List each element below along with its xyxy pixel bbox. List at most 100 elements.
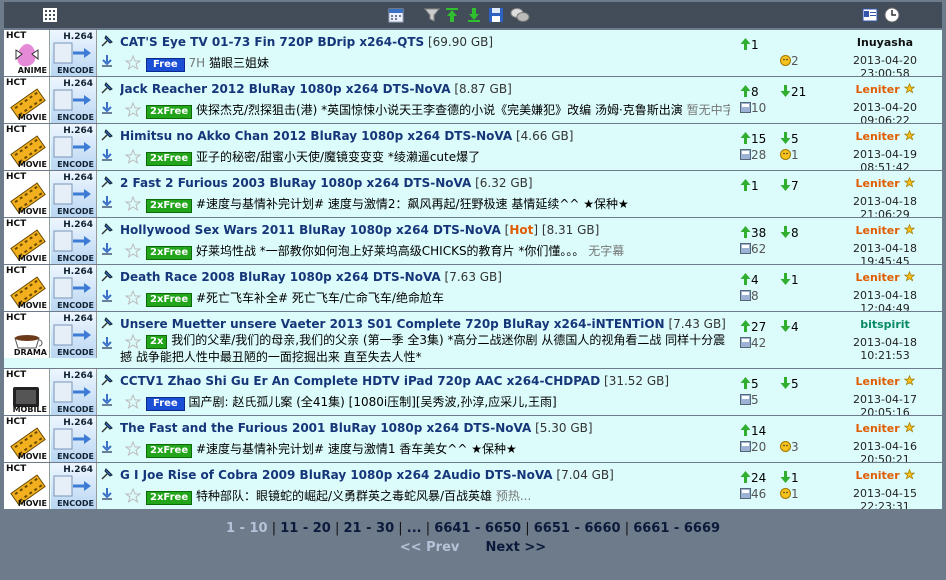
pin-icon[interactable] bbox=[100, 373, 114, 387]
page-link-3[interactable]: 21 - 30 bbox=[344, 521, 395, 536]
category-badge[interactable]: HCT MOVIE bbox=[4, 77, 50, 123]
pin-icon[interactable] bbox=[100, 420, 114, 434]
codec-badge[interactable]: H.264 ENCODE bbox=[51, 77, 97, 123]
category-badge[interactable]: HCT DRAMA bbox=[4, 312, 50, 358]
codec-badge[interactable]: H.264 ENCODE bbox=[51, 265, 97, 311]
download-icon[interactable] bbox=[100, 242, 114, 256]
page-link-665[interactable]: 6641 - 6650 bbox=[434, 521, 521, 536]
uploader-link[interactable]: Leniter bbox=[855, 83, 899, 96]
pin-icon[interactable] bbox=[100, 467, 114, 481]
download-icon[interactable] bbox=[100, 487, 114, 501]
torrent-name-link[interactable]: Jack Reacher 2012 BluRay 1080p x264 DTS-… bbox=[120, 82, 451, 96]
uploader-link[interactable]: Inuyasha bbox=[857, 36, 913, 49]
download-icon[interactable] bbox=[100, 101, 114, 115]
category-badge[interactable]: HCT MOVIE bbox=[4, 171, 50, 217]
seeders-count[interactable]: 5 bbox=[751, 377, 759, 391]
seeders-count[interactable]: 38 bbox=[751, 226, 766, 240]
seeders-count[interactable]: 14 bbox=[751, 424, 766, 438]
seeders-count[interactable]: 27 bbox=[751, 320, 766, 334]
clock-icon[interactable] bbox=[884, 7, 900, 23]
leechers-count[interactable]: 5 bbox=[791, 377, 799, 391]
comments-count[interactable]: 2 bbox=[791, 54, 799, 68]
seeders-count[interactable]: 1 bbox=[751, 38, 759, 52]
seeders-count[interactable]: 8 bbox=[751, 85, 759, 99]
codec-badge[interactable]: H.264 ENCODE bbox=[51, 171, 97, 217]
chat-icon[interactable] bbox=[510, 7, 530, 23]
pin-icon[interactable] bbox=[100, 128, 114, 142]
download-icon[interactable] bbox=[100, 54, 114, 68]
codec-badge[interactable]: H.264 ENCODE bbox=[51, 369, 97, 415]
download-icon[interactable] bbox=[100, 195, 114, 209]
leechers-icon bbox=[780, 85, 791, 97]
uploader-link[interactable]: Leniter bbox=[855, 422, 899, 435]
torrent-name-link[interactable]: G I Joe Rise of Cobra 2009 BluRay 1080p … bbox=[120, 468, 553, 482]
category-badge[interactable]: HCT MOVIE bbox=[4, 265, 50, 311]
leechers-count[interactable]: 8 bbox=[791, 226, 799, 240]
pin-icon[interactable] bbox=[100, 269, 114, 283]
seeders-count[interactable]: 24 bbox=[751, 471, 766, 485]
uploader-link[interactable]: Leniter bbox=[855, 469, 899, 482]
torrent-name-link[interactable]: Unsere Muetter unsere Vaeter 2013 S01 Co… bbox=[120, 317, 665, 331]
pin-icon[interactable] bbox=[100, 175, 114, 189]
codec-badge[interactable]: H.264 ENCODE bbox=[51, 463, 97, 509]
pin-icon[interactable] bbox=[100, 81, 114, 95]
calendar-icon[interactable] bbox=[388, 7, 404, 23]
leechers-count[interactable]: 21 bbox=[791, 85, 806, 99]
torrent-name-link[interactable]: CCTV1 Zhao Shi Gu Er An Complete HDTV iP… bbox=[120, 374, 600, 388]
next-page-link[interactable]: Next >> bbox=[486, 540, 547, 555]
download-icon[interactable] bbox=[100, 148, 114, 162]
download-icon[interactable] bbox=[100, 336, 114, 350]
codec-badge[interactable]: H.264 ENCODE bbox=[51, 416, 97, 462]
download-icon[interactable] bbox=[100, 289, 114, 303]
sort-down-icon[interactable] bbox=[466, 7, 482, 23]
seeders-count[interactable]: 4 bbox=[751, 273, 759, 287]
page-link-667[interactable]: 6661 - 6669 bbox=[633, 521, 720, 536]
id-card-icon[interactable] bbox=[862, 7, 878, 23]
uploader-link[interactable]: Leniter bbox=[855, 130, 899, 143]
torrent-name-link[interactable]: The Fast and the Furious 2001 BluRay 108… bbox=[120, 421, 531, 435]
torrent-name-link[interactable]: Himitsu no Akko Chan 2012 BluRay 1080p x… bbox=[120, 129, 512, 143]
save-icon[interactable] bbox=[488, 7, 504, 23]
category-badge[interactable]: HCT MOBILE bbox=[4, 369, 50, 415]
codec-type: ENCODE bbox=[57, 301, 94, 310]
leechers-count[interactable]: 4 bbox=[791, 320, 799, 334]
codec-name: H.264 bbox=[63, 465, 93, 475]
leechers-count[interactable]: 1 bbox=[791, 471, 799, 485]
torrent-name-link[interactable]: Death Race 2008 BluRay 1080p x264 DTS-No… bbox=[120, 270, 441, 284]
pin-icon[interactable] bbox=[100, 222, 114, 236]
page-link-666[interactable]: 6651 - 6660 bbox=[534, 521, 621, 536]
uploader-link[interactable]: Leniter bbox=[855, 375, 899, 388]
uploader-link[interactable]: bitspirit bbox=[860, 318, 910, 331]
download-icon[interactable] bbox=[100, 393, 114, 407]
codec-badge[interactable]: H.264 ENCODE bbox=[51, 218, 97, 264]
codec-badge[interactable]: H.264 ENCODE bbox=[51, 312, 97, 358]
comments-count[interactable]: 3 bbox=[791, 440, 799, 454]
download-icon[interactable] bbox=[100, 440, 114, 454]
leechers-count[interactable]: 5 bbox=[791, 132, 799, 146]
filter-icon[interactable] bbox=[424, 7, 440, 23]
torrent-name-link[interactable]: CAT'S Eye TV 01-73 Fin 720P BDrip x264-Q… bbox=[120, 35, 424, 49]
uploader-link[interactable]: Leniter bbox=[855, 177, 899, 190]
codec-badge[interactable]: H.264 ENCODE bbox=[51, 124, 97, 170]
category-badge[interactable]: HCT MOVIE bbox=[4, 124, 50, 170]
category-badge[interactable]: HCT MOVIE bbox=[4, 463, 50, 509]
seeders-count[interactable]: 1 bbox=[751, 179, 759, 193]
torrent-name-link[interactable]: 2 Fast 2 Furious 2003 BluRay 1080p x264 … bbox=[120, 176, 471, 190]
category-badge[interactable]: HCT ANIME bbox=[4, 30, 50, 76]
leechers-count[interactable]: 1 bbox=[791, 273, 799, 287]
torrent-name-link[interactable]: Hollywood Sex Wars 2011 BluRay 1080p x26… bbox=[120, 223, 501, 237]
page-link-2[interactable]: 11 - 20 bbox=[280, 521, 331, 536]
uploader-link[interactable]: Leniter bbox=[855, 271, 899, 284]
comments-count[interactable]: 1 bbox=[791, 148, 799, 162]
leechers-count[interactable]: 7 bbox=[791, 179, 799, 193]
sort-up-icon[interactable] bbox=[444, 7, 460, 23]
seeders-count[interactable]: 15 bbox=[751, 132, 766, 146]
grid-icon[interactable] bbox=[42, 7, 58, 23]
pin-icon[interactable] bbox=[100, 316, 114, 330]
comments-count[interactable]: 1 bbox=[791, 487, 799, 501]
uploader-link[interactable]: Leniter bbox=[855, 224, 899, 237]
category-badge[interactable]: HCT MOVIE bbox=[4, 416, 50, 462]
category-badge[interactable]: HCT MOVIE bbox=[4, 218, 50, 264]
pin-icon[interactable] bbox=[100, 34, 114, 48]
codec-badge[interactable]: H.264 ENCODE bbox=[51, 30, 97, 76]
